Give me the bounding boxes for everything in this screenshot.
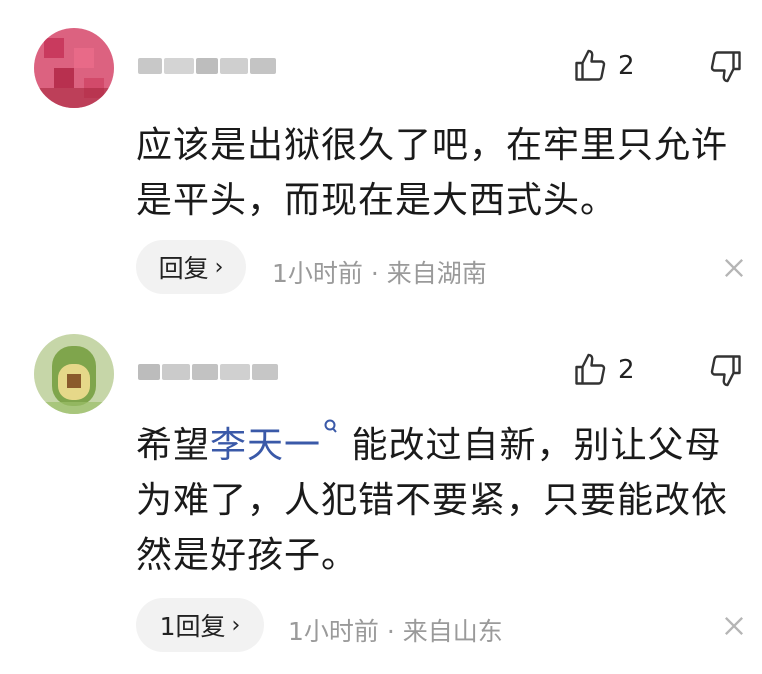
comment-text-line: 为难了，人犯错不要紧，只要能改依 bbox=[136, 480, 729, 521]
separator-dot: · bbox=[370, 259, 387, 288]
comment-text-line: 应该是出狱很久了吧，在牢里只允许 bbox=[136, 125, 729, 166]
thumb-down-icon bbox=[710, 355, 741, 387]
username-obscured[interactable] bbox=[138, 362, 288, 382]
reply-button[interactable]: 回复 › bbox=[136, 240, 246, 294]
close-icon[interactable] bbox=[720, 612, 748, 640]
like-button[interactable]: 2 bbox=[572, 46, 652, 86]
comment-text: 应该是出狱很久了吧，在牢里只允许 是平头，而现在是大西式头。 bbox=[136, 118, 736, 228]
chevron-right-icon: › bbox=[231, 612, 241, 638]
thumb-up-icon bbox=[575, 49, 606, 81]
reply-label: 回复 bbox=[158, 254, 209, 283]
comment-meta: 1小时前 · 来自湖南 bbox=[272, 254, 487, 290]
comment-text-line: 然是好孩子。 bbox=[136, 535, 359, 576]
separator-dot: · bbox=[386, 617, 403, 646]
like-count: 2 bbox=[618, 51, 635, 81]
comment-item: 2 希望李天一 能改过自新，别让父母 为难了，人犯错不要紧，只要能改依 然是好孩… bbox=[0, 318, 762, 674]
comment-text-line: 希望李天一 能改过自新，别让父母 bbox=[136, 418, 736, 473]
dislike-button[interactable] bbox=[706, 350, 746, 390]
close-icon[interactable] bbox=[720, 254, 748, 282]
timestamp: 1小时前 bbox=[288, 617, 379, 646]
username-obscured[interactable] bbox=[138, 56, 288, 76]
like-button[interactable]: 2 bbox=[572, 350, 652, 390]
like-count: 2 bbox=[618, 355, 635, 385]
comment-text: 希望李天一 能改过自新，别让父母 为难了，人犯错不要紧，只要能改依 然是好孩子。 bbox=[136, 418, 736, 583]
thumb-down-icon bbox=[710, 51, 741, 83]
location: 来自山东 bbox=[402, 617, 503, 646]
mention-link[interactable]: 李天一 bbox=[210, 425, 321, 466]
reply-button[interactable]: 1回复 › bbox=[136, 598, 264, 652]
timestamp: 1小时前 bbox=[272, 259, 363, 288]
thumb-up-icon bbox=[575, 353, 606, 385]
comment-text-line: 是平头，而现在是大西式头。 bbox=[136, 180, 618, 221]
chevron-right-icon: › bbox=[214, 254, 224, 280]
avatar[interactable] bbox=[34, 28, 114, 108]
comment-meta: 1小时前 · 来自山东 bbox=[288, 612, 503, 648]
search-icon[interactable] bbox=[323, 418, 339, 440]
comment-item: 2 应该是出狱很久了吧，在牢里只允许 是平头，而现在是大西式头。 回复 › 1小… bbox=[0, 0, 762, 318]
text-segment: 希望 bbox=[136, 425, 211, 466]
reply-label: 1回复 bbox=[159, 612, 226, 641]
avatar[interactable] bbox=[34, 334, 114, 414]
dislike-button[interactable] bbox=[706, 46, 746, 86]
location: 来自湖南 bbox=[386, 259, 487, 288]
text-segment: 能改过自新，别让父母 bbox=[339, 425, 722, 466]
